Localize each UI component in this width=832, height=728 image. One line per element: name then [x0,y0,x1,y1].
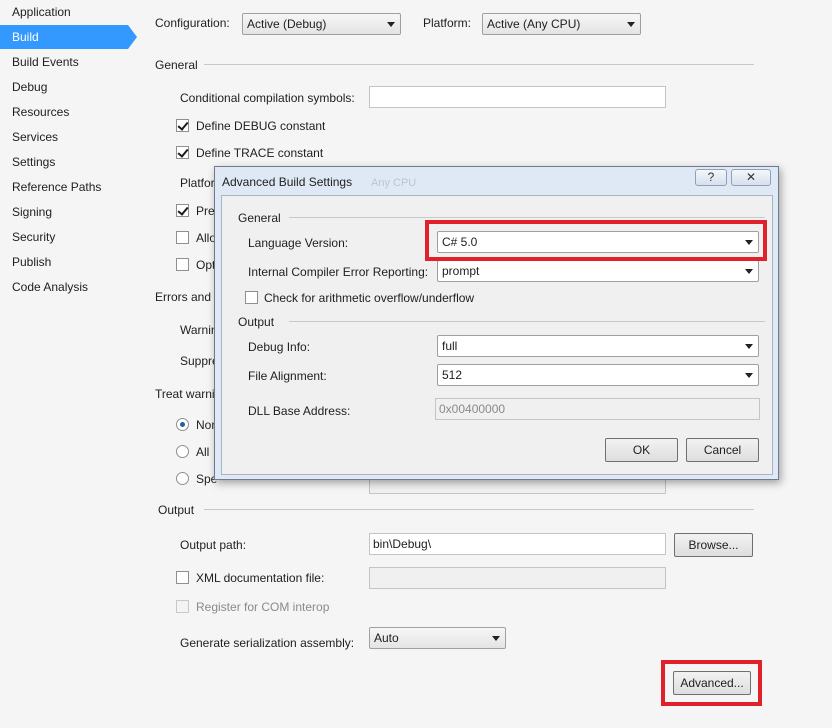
register-com-label: Register for COM interop [196,600,330,614]
xml-doc-label: XML documentation file: [196,571,325,585]
serialization-value: Auto [374,631,399,645]
platform-value: Active (Any CPU) [487,17,581,31]
sidebar-item-settings[interactable]: Settings [0,150,128,174]
general-section-header: General [155,58,198,72]
register-com-checkbox[interactable] [176,600,189,613]
treat-none-radio[interactable] [176,418,189,431]
sidebar-item-build[interactable]: Build [0,25,128,49]
platform-label: Platform: [423,16,472,30]
file-alignment-value: 512 [442,368,463,382]
sidebar-item-reference-paths[interactable]: Reference Paths [0,175,128,199]
compiler-error-reporting-select[interactable]: prompt [437,260,759,282]
xml-doc-checkbox[interactable] [176,571,189,584]
serialization-label: Generate serialization assembly: [180,636,355,650]
output-path-label: Output path: [180,538,247,552]
help-button[interactable]: ? [695,169,727,186]
file-alignment-select[interactable]: 512 [437,364,759,386]
dll-base-address-input[interactable]: 0x00400000 [435,398,760,420]
sidebar-item-publish[interactable]: Publish [0,250,128,274]
arithmetic-overflow-checkbox[interactable] [245,291,258,304]
section-divider [289,321,765,322]
treat-all-radio[interactable] [176,445,189,458]
conditional-symbols-label: Conditional compilation symbols: [180,91,355,105]
debug-info-select[interactable]: full [437,335,759,357]
dialog-title: Advanced Build Settings [222,175,353,189]
advanced-build-settings-dialog: Advanced Build Settings Any CPU ? ✕ Gene… [214,166,779,480]
configuration-label: Configuration: [155,16,230,30]
prefer-32bit-label: Pre [196,204,215,218]
optimize-code-label: Opt [196,258,216,272]
chevron-down-icon [745,373,753,378]
sidebar-item-application[interactable]: Application [0,0,128,24]
blurred-platform-value: Any CPU [371,177,417,189]
section-divider [204,509,754,510]
serialization-select[interactable]: Auto [369,627,506,649]
chevron-down-icon [492,636,500,641]
section-divider [204,64,754,65]
define-trace-label: Define TRACE constant [196,146,324,160]
allow-unsafe-checkbox[interactable] [176,231,189,244]
debug-info-value: full [442,339,458,353]
chevron-down-icon [745,269,753,274]
active-tab-arrow [128,25,137,49]
define-debug-label: Define DEBUG constant [196,119,326,133]
project-sidebar: Application Build Build Events Debug Res… [0,0,137,728]
ok-button[interactable]: OK [605,438,678,462]
debug-info-label: Debug Info: [248,340,311,354]
chevron-down-icon [745,344,753,349]
compiler-error-reporting-value: prompt [442,264,480,278]
cancel-button[interactable]: Cancel [686,438,759,462]
dll-base-address-label: DLL Base Address: [248,404,351,418]
suppress-warnings-label: Suppre [180,354,219,368]
define-debug-checkbox[interactable] [176,119,189,132]
conditional-symbols-input[interactable] [369,86,666,108]
close-button[interactable]: ✕ [731,169,771,186]
allow-unsafe-label: Allo [196,231,217,245]
sidebar-item-build-events[interactable]: Build Events [0,50,128,74]
output-section-header: Output [158,503,195,517]
treat-all-label: All [196,445,210,459]
close-icon: ✕ [745,170,757,184]
sidebar-item-services[interactable]: Services [0,125,128,149]
define-trace-checkbox[interactable] [176,146,189,159]
help-icon: ? [707,170,715,184]
xml-doc-input[interactable] [369,567,666,589]
configuration-value: Active (Debug) [247,17,327,31]
compiler-error-reporting-label: Internal Compiler Error Reporting: [248,265,429,279]
sidebar-item-code-analysis[interactable]: Code Analysis [0,275,128,299]
sidebar-item-resources[interactable]: Resources [0,100,128,124]
errors-warnings-header: Errors and w [155,290,224,304]
sidebar-item-debug[interactable]: Debug [0,75,128,99]
highlight-box-language-version [425,220,767,261]
prefer-32bit-checkbox[interactable] [176,204,189,217]
output-path-input[interactable]: bin\Debug\ [369,533,666,555]
chevron-down-icon [387,22,395,27]
warning-level-label: Warnin [180,323,218,337]
arithmetic-overflow-label: Check for arithmetic overflow/underflow [264,291,475,305]
configuration-select[interactable]: Active (Debug) [242,13,401,35]
optimize-code-checkbox[interactable] [176,258,189,271]
platform-select[interactable]: Active (Any CPU) [482,13,641,35]
dialog-general-header: General [238,211,281,225]
sidebar-item-signing[interactable]: Signing [0,200,128,224]
browse-button[interactable]: Browse... [674,533,753,557]
highlight-box-advanced [661,660,762,706]
dialog-output-header: Output [238,315,275,329]
treat-warnings-header: Treat warni [155,387,215,401]
chevron-down-icon [627,22,635,27]
section-divider [289,217,765,218]
language-version-label: Language Version: [248,236,349,250]
treat-specific-radio[interactable] [176,472,189,485]
platform-target-label: Platfor [180,176,215,190]
sidebar-item-security[interactable]: Security [0,225,128,249]
file-alignment-label: File Alignment: [248,369,327,383]
